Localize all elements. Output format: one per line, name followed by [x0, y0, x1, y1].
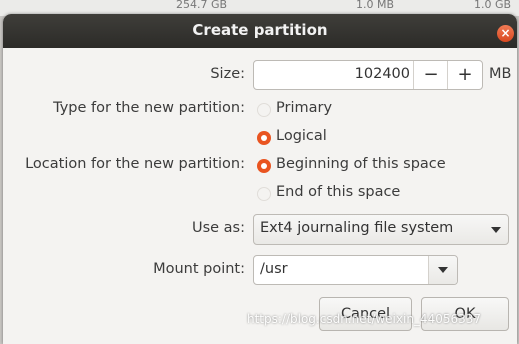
radio-primary[interactable] [257, 103, 271, 117]
size-value[interactable]: 102400 [355, 66, 410, 82]
size-spinbutton[interactable]: 102400 − + [253, 60, 483, 90]
create-partition-dialog: Create partition × Size: 102400 − + MB T… [3, 14, 517, 344]
use-as-dropdown[interactable]: Ext4 journaling file system [253, 214, 509, 245]
close-icon[interactable]: × [497, 25, 514, 42]
chevron-down-icon [491, 227, 501, 233]
radio-beginning[interactable] [257, 159, 271, 173]
location-label: Location for the new partition: [25, 156, 245, 172]
background-right-size: 1.0 GB [474, 0, 512, 11]
dialog-title: Create partition [192, 21, 328, 39]
mount-point-dropdown-button[interactable] [428, 256, 457, 284]
size-label: Size: [210, 66, 245, 82]
use-as-value: Ext4 journaling file system [260, 220, 454, 236]
radio-end[interactable] [257, 187, 271, 201]
dialog-titlebar: Create partition × [3, 14, 517, 48]
chevron-down-icon [438, 267, 448, 273]
radio-logical-label[interactable]: Logical [276, 128, 327, 144]
mount-point-input[interactable]: /usr [260, 261, 288, 277]
radio-primary-label[interactable]: Primary [276, 100, 332, 116]
increment-button[interactable]: + [447, 61, 482, 89]
decrement-button[interactable]: − [413, 61, 448, 89]
mount-point-combo[interactable]: /usr [253, 255, 458, 285]
background-partition-size: 254.7 GB [176, 0, 228, 11]
radio-beginning-label[interactable]: Beginning of this space [276, 156, 446, 172]
use-as-label: Use as: [191, 220, 245, 236]
size-unit: MB [489, 66, 512, 82]
watermark-text: https://blog.csdn.net/weixin_44056337 [247, 312, 482, 326]
radio-logical[interactable] [257, 131, 271, 145]
type-label: Type for the new partition: [53, 100, 245, 116]
background-free-space: 1.0 MB [356, 0, 395, 11]
radio-end-label[interactable]: End of this space [276, 184, 400, 200]
mount-point-label: Mount point: [153, 261, 245, 277]
